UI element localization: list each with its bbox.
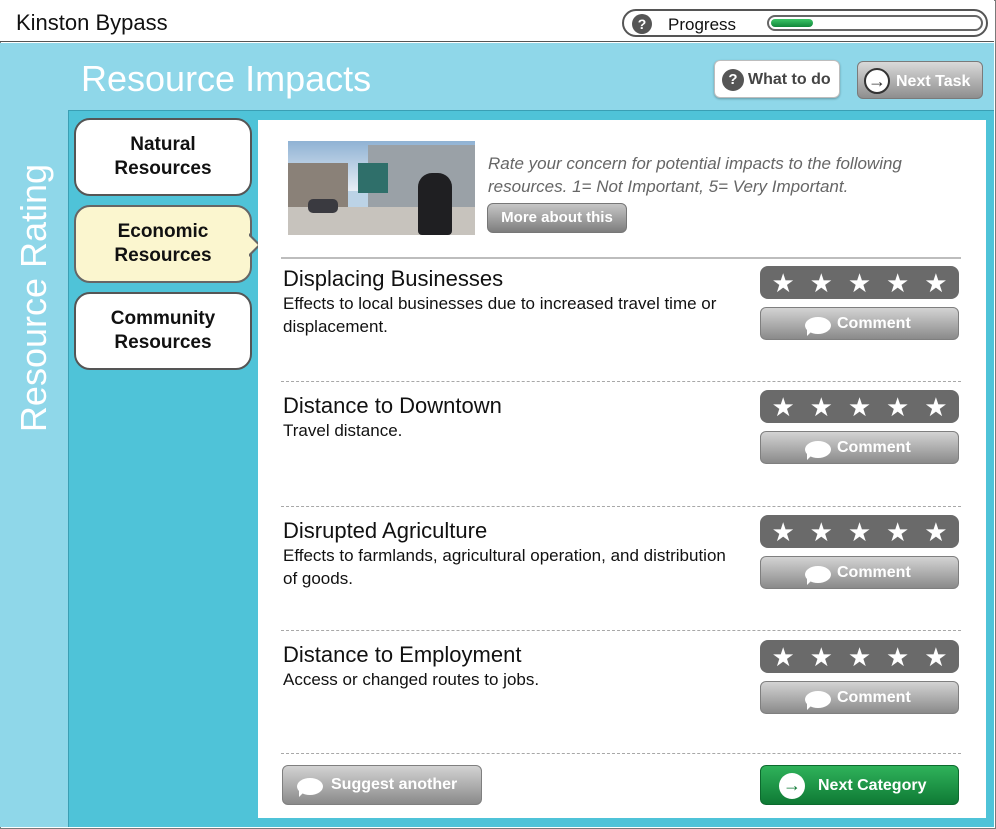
speech-bubble-icon	[805, 566, 831, 585]
star-icon[interactable]: ★	[771, 268, 794, 298]
star-icon[interactable]: ★	[810, 392, 833, 422]
what-to-do-button[interactable]: ? What to do	[714, 60, 840, 98]
category-tab-economic[interactable]: Economic Resources	[74, 205, 252, 283]
category-tab-natural[interactable]: Natural Resources	[74, 118, 252, 196]
comment-button[interactable]: Comment	[760, 681, 959, 714]
star-icon[interactable]: ★	[771, 642, 794, 672]
help-icon[interactable]: ?	[632, 14, 652, 34]
app-title: Kinston Bypass	[16, 10, 168, 35]
speech-bubble-icon	[297, 778, 323, 797]
comment-button[interactable]: Comment	[760, 556, 959, 589]
question-icon: ?	[722, 69, 744, 91]
star-icon[interactable]: ★	[848, 517, 871, 547]
category-tab-label: Resources	[114, 158, 212, 179]
speech-bubble-icon	[805, 691, 831, 710]
category-tab-label: Community	[110, 308, 216, 329]
sidebar-vertical-label: Resource Rating	[13, 163, 54, 433]
instructions-text: Rate your concern for potential impacts …	[488, 154, 902, 196]
street-photo	[288, 141, 475, 235]
star-rating[interactable]: ★ ★ ★ ★ ★	[760, 640, 959, 673]
star-icon[interactable]: ★	[886, 268, 909, 298]
star-icon[interactable]: ★	[848, 268, 871, 298]
star-icon[interactable]: ★	[924, 517, 947, 547]
speech-bubble-icon	[805, 317, 831, 336]
star-icon[interactable]: ★	[848, 642, 871, 672]
star-icon[interactable]: ★	[886, 392, 909, 422]
arrow-right-icon: →	[864, 68, 890, 94]
star-icon[interactable]: ★	[771, 392, 794, 422]
star-icon[interactable]: ★	[771, 517, 794, 547]
item-description: Travel distance.	[283, 421, 403, 440]
category-tab-label: Economic	[117, 221, 209, 242]
arrow-right-icon: →	[779, 773, 805, 799]
divider	[281, 381, 961, 382]
category-tab-label: Natural	[130, 134, 196, 155]
progress-panel: ? Progress	[622, 9, 988, 37]
suggest-another-button[interactable]: Suggest another	[282, 765, 482, 805]
star-icon[interactable]: ★	[886, 642, 909, 672]
page-title: Resource Impacts	[81, 58, 372, 99]
star-icon[interactable]: ★	[924, 268, 947, 298]
item-description: Access or changed routes to jobs.	[283, 670, 540, 689]
star-icon[interactable]: ★	[886, 517, 909, 547]
star-rating[interactable]: ★ ★ ★ ★ ★	[760, 266, 959, 299]
comment-label: Comment	[837, 315, 911, 332]
star-icon[interactable]: ★	[924, 642, 947, 672]
active-tab-pointer-fill	[248, 235, 258, 255]
star-icon[interactable]: ★	[924, 392, 947, 422]
divider	[281, 506, 961, 507]
progress-bar	[767, 15, 983, 31]
top-bar: Kinston Bypass ? Progress	[0, 0, 994, 42]
what-to-do-label: What to do	[748, 71, 831, 88]
speech-bubble-icon	[805, 441, 831, 460]
item-title: Displacing Businesses	[283, 266, 504, 291]
category-tab-label: Resources	[114, 332, 212, 353]
item-description: Effects to farmlands, agricultural opera…	[283, 546, 726, 588]
progress-label: Progress	[668, 15, 737, 34]
item-title: Distance to Downtown	[283, 393, 502, 418]
suggest-another-label: Suggest another	[331, 776, 458, 793]
next-category-button[interactable]: → Next Category	[760, 765, 959, 805]
star-rating[interactable]: ★ ★ ★ ★ ★	[760, 515, 959, 548]
category-tab-label: Resources	[114, 245, 212, 266]
next-task-button[interactable]: → Next Task	[857, 61, 983, 99]
next-task-label: Next Task	[896, 73, 971, 90]
comment-button[interactable]: Comment	[760, 431, 959, 464]
progress-bar-fill	[771, 19, 814, 27]
comment-button[interactable]: Comment	[760, 307, 959, 340]
item-title: Distance to Employment	[283, 642, 522, 667]
star-icon[interactable]: ★	[810, 642, 833, 672]
next-category-label: Next Category	[818, 777, 927, 794]
divider	[281, 753, 961, 754]
divider	[281, 630, 961, 631]
star-icon[interactable]: ★	[810, 517, 833, 547]
star-icon[interactable]: ★	[848, 392, 871, 422]
star-icon[interactable]: ★	[810, 268, 833, 298]
item-description: Effects to local businesses due to incre…	[283, 294, 717, 336]
sidebar: Resource Rating	[0, 43, 68, 827]
comment-label: Comment	[837, 439, 911, 456]
more-about-this-button[interactable]: More about this	[487, 203, 627, 233]
divider	[281, 257, 961, 259]
star-rating[interactable]: ★ ★ ★ ★ ★	[760, 390, 959, 423]
category-tab-community[interactable]: Community Resources	[74, 292, 252, 370]
comment-label: Comment	[837, 689, 911, 706]
comment-label: Comment	[837, 564, 911, 581]
item-title: Disrupted Agriculture	[283, 518, 488, 543]
